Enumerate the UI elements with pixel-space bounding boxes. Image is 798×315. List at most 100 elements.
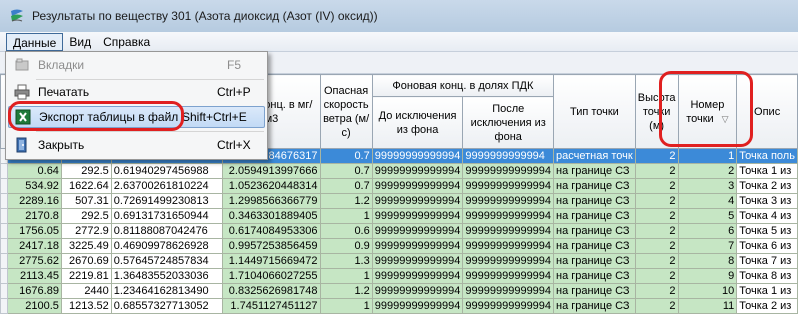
table-cell[interactable]: на границе СЗ	[553, 298, 636, 314]
table-cell[interactable]: 0.9957253856459	[222, 238, 321, 254]
table-row[interactable]: 2170.8 292.5 0.69131731650944 0.34633018894…	[0, 208, 798, 224]
table-cell[interactable]: 99999999999994	[371, 208, 464, 224]
table-cell[interactable]: 1.2	[319, 283, 373, 299]
table-cell[interactable]: 292.5	[60, 208, 112, 224]
table-cell[interactable]: 2775.62	[6, 253, 62, 269]
table-cell[interactable]: 1.1449715669472	[222, 253, 321, 269]
table-row[interactable]: 0.64 292.5 0.61940297456988 2.0594913997666…	[0, 163, 798, 179]
table-cell[interactable]: 99999999999994	[371, 223, 464, 239]
menu-help[interactable]: Справка	[97, 33, 156, 51]
table-cell[interactable]: 99999999999994	[371, 163, 464, 179]
row-header-cell[interactable]	[0, 163, 8, 179]
table-cell[interactable]: 0.61940297456988	[110, 163, 224, 179]
table-cell[interactable]: 2772.9	[60, 223, 112, 239]
table-cell[interactable]: 99999999999994	[462, 238, 555, 254]
menu-item-close[interactable]: Закрыть Ctrl+X	[8, 134, 265, 156]
table-cell[interactable]: Точка 8 из	[736, 268, 798, 284]
table-cell[interactable]: 534.92	[6, 178, 62, 194]
table-cell[interactable]: Точка 6 из	[736, 238, 798, 254]
table-cell[interactable]: Точка 7 из	[736, 253, 798, 269]
table-cell[interactable]: 0.9	[319, 238, 373, 254]
table-cell[interactable]: на границе СЗ	[553, 163, 636, 179]
table-cell[interactable]: 3225.49	[60, 238, 112, 254]
menu-data[interactable]: Данные	[6, 32, 64, 51]
table-cell[interactable]: Точка 2 из	[736, 298, 798, 314]
menu-item-print[interactable]: Печатать Ctrl+P	[8, 81, 265, 103]
table-row[interactable]: 1756.05 2772.9 0.81188087042476 0.617408495…	[0, 223, 798, 239]
table-cell[interactable]: 0.81188087042476	[110, 223, 224, 239]
table-cell[interactable]: 0.8325626981748	[222, 283, 321, 299]
table-row[interactable]: 2775.62 2670.69 0.57645724857834 1.14497156…	[0, 253, 798, 269]
table-cell[interactable]: 1676.89	[6, 283, 62, 299]
table-row[interactable]: 2113.45 2219.81 1.36483552033036 1.71040660…	[0, 268, 798, 284]
table-cell[interactable]: 1.23464162813490	[110, 283, 224, 299]
table-cell[interactable]: 2100.5	[6, 298, 62, 314]
table-cell[interactable]: 99999999999994	[371, 298, 464, 314]
table-cell[interactable]: 99999999999994	[371, 178, 464, 194]
table-cell[interactable]: 1756.05	[6, 223, 62, 239]
table-cell[interactable]: 1	[319, 208, 373, 224]
table-cell[interactable]: 2	[634, 298, 679, 314]
row-header-cell[interactable]	[0, 193, 8, 209]
table-cell[interactable]: 2	[634, 193, 679, 209]
table-cell[interactable]: 99999999999994	[371, 268, 464, 284]
table-cell[interactable]: 1.7451127451127	[222, 298, 321, 314]
table-cell[interactable]: 99999999999994	[371, 283, 464, 299]
table-cell[interactable]: 2	[634, 208, 679, 224]
table-row[interactable]: 2289.16 507.31 0.72691499230813 1.299856636…	[0, 193, 798, 209]
table-cell[interactable]: 2	[677, 163, 738, 179]
table-cell[interactable]: 1.36483552033036	[110, 268, 224, 284]
table-cell[interactable]: 2219.81	[60, 268, 112, 284]
table-cell[interactable]: 99999999999994	[371, 148, 464, 164]
table-cell[interactable]: 99999999999994	[462, 178, 555, 194]
table-cell[interactable]: 1.2998566366779	[222, 193, 321, 209]
table-row[interactable]: 534.92 1622.64 2.63700261810224 1.052362044…	[0, 178, 798, 194]
menu-view[interactable]: Вид	[63, 33, 97, 51]
table-cell[interactable]: на границе СЗ	[553, 178, 636, 194]
table-cell[interactable]: 99999999999994	[371, 253, 464, 269]
table-cell[interactable]: 99999999999994	[371, 238, 464, 254]
table-cell[interactable]: 292.5	[60, 163, 112, 179]
table-cell[interactable]: на границе СЗ	[553, 223, 636, 239]
table-cell[interactable]: 3	[677, 178, 738, 194]
table-row[interactable]: 2100.5 1213.52 0.68557327713052 1.745112745…	[0, 298, 798, 314]
table-cell[interactable]: Точка 1 из	[736, 283, 798, 299]
table-cell[interactable]: 1	[319, 268, 373, 284]
row-header-cell[interactable]	[0, 253, 8, 269]
table-cell[interactable]: 2	[634, 148, 679, 164]
col-wind-speed-header[interactable]: Опасная скорость ветра (м/с)	[319, 74, 373, 149]
table-cell[interactable]: 2.63700261810224	[110, 178, 224, 194]
row-header-cell[interactable]	[0, 178, 8, 194]
table-row[interactable]: 1676.89 2440 1.23464162813490 0.83256269817…	[0, 283, 798, 299]
col-before-exclusion-header[interactable]: До исключения из фона	[371, 96, 464, 149]
table-cell[interactable]: Точка 4 из	[736, 208, 798, 224]
table-cell[interactable]: на границе СЗ	[553, 238, 636, 254]
table-cell[interactable]: 1622.64	[60, 178, 112, 194]
table-cell[interactable]: 99999999999994	[462, 193, 555, 209]
table-cell[interactable]: 99999999999994	[462, 283, 555, 299]
col-after-exclusion-header[interactable]: После исключения из фона	[462, 96, 555, 149]
table-cell[interactable]: Точка 3 из	[736, 193, 798, 209]
table-cell[interactable]: 1.2	[319, 193, 373, 209]
table-cell[interactable]: 0.68557327713052	[110, 298, 224, 314]
table-cell[interactable]: 99999999999994	[462, 253, 555, 269]
table-cell[interactable]: на границе СЗ	[553, 268, 636, 284]
row-header-cell[interactable]	[0, 223, 8, 239]
table-cell[interactable]: 10	[677, 283, 738, 299]
table-cell[interactable]: 2	[634, 163, 679, 179]
table-cell[interactable]: 99999999999994	[462, 163, 555, 179]
table-cell[interactable]: 2289.16	[6, 193, 62, 209]
table-cell[interactable]: Точка 5 из	[736, 223, 798, 239]
table-cell[interactable]: на границе СЗ	[553, 208, 636, 224]
table-cell[interactable]: на границе СЗ	[553, 283, 636, 299]
table-cell[interactable]: 1.3	[319, 253, 373, 269]
table-cell[interactable]: 1.7104066027255	[222, 268, 321, 284]
table-cell[interactable]: 2	[634, 238, 679, 254]
table-cell[interactable]: 2417.18	[6, 238, 62, 254]
table-cell[interactable]: 0.3463301889405	[222, 208, 321, 224]
table-cell[interactable]: 99999999999994	[371, 193, 464, 209]
table-cell[interactable]: 0.6174084953306	[222, 223, 321, 239]
table-cell[interactable]: 5	[677, 208, 738, 224]
table-cell[interactable]: расчетная точк	[553, 148, 636, 164]
table-cell[interactable]: 99999999999994	[462, 223, 555, 239]
